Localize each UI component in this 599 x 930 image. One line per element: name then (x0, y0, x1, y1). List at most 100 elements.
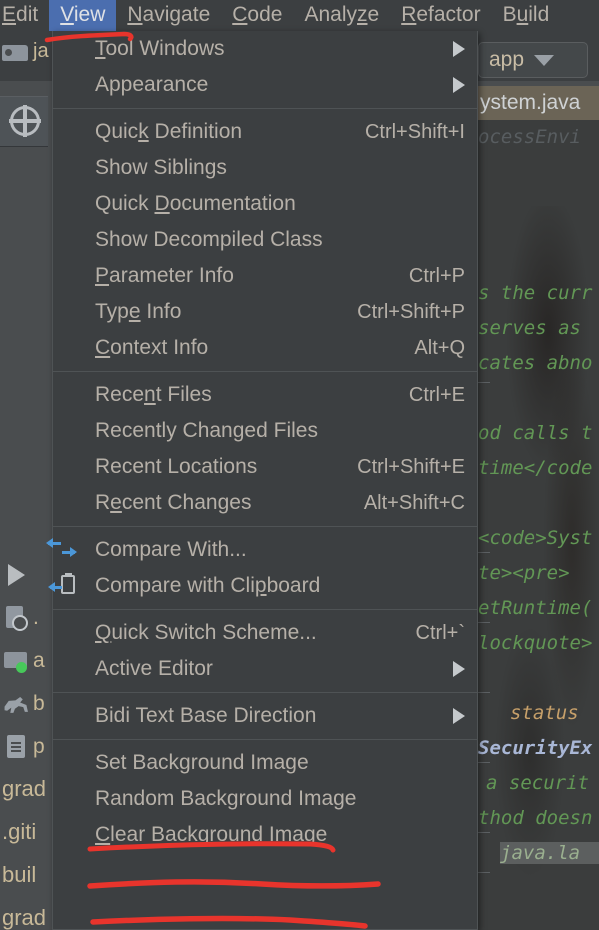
menu-item-label: Set Background Image (95, 751, 309, 774)
menu-item-shortcut: Ctrl+Shift+P (357, 300, 465, 323)
code-line: etRuntime( (478, 597, 593, 619)
menu-item-label: Appearance (95, 73, 209, 96)
menu-item-appearance[interactable]: Appearance (53, 67, 477, 103)
code-editor[interactable]: ystem.java ocessEnvi s the curr serves a… (478, 86, 599, 930)
gutter-marker (478, 552, 490, 553)
menubar-item-view[interactable]: View (49, 0, 117, 31)
tree-row[interactable]: b (0, 682, 52, 725)
menubar-item-analyze[interactable]: Analyze (293, 0, 390, 31)
menu-item-show-decompiled-class[interactable]: Show Decompiled Class (53, 222, 477, 258)
menu-bar[interactable]: Edit View Navigate Code Analyze Refactor… (0, 0, 599, 31)
menu-item-label: Recent Changes (95, 491, 252, 514)
gutter-marker (478, 692, 490, 693)
menu-item-shortcut: Ctrl+E (408, 383, 465, 406)
code-line: s the curr (478, 282, 593, 304)
submenu-arrow-icon (453, 77, 465, 93)
menu-item-clear-background-image[interactable]: Clear Background Image (53, 817, 477, 853)
menu-item-label: Quick Switch Scheme... (95, 621, 317, 644)
menu-separator (53, 108, 477, 109)
ide-screenshot: ystem.java ocessEnvi s the curr serves a… (0, 0, 599, 930)
tree-row-label: . (33, 605, 39, 629)
project-chip[interactable]: ja (2, 40, 49, 63)
submenu-arrow-icon (453, 661, 465, 677)
expand-triangle-icon[interactable] (8, 563, 25, 586)
submenu-arrow-icon (453, 41, 465, 57)
menu-item-tool-windows[interactable]: Tool Windows (53, 31, 477, 67)
gutter-marker (478, 762, 490, 763)
menubar-item-build[interactable]: Build (492, 0, 561, 31)
tree-row[interactable]: p (0, 725, 52, 768)
menu-item-quick-documentation[interactable]: Quick Documentation (53, 186, 477, 222)
menu-item-show-siblings[interactable]: Show Siblings (53, 150, 477, 186)
gutter-marker (478, 382, 490, 383)
code-line: cates abno (478, 352, 593, 374)
gutter-marker (478, 622, 490, 623)
compare-arrows-icon (46, 538, 87, 561)
tree-row[interactable]: grad (2, 924, 54, 930)
menu-item-label: Recently Changed Files (95, 419, 318, 442)
code-line: od calls t (478, 422, 593, 444)
menu-item-active-editor[interactable]: Active Editor (53, 651, 477, 687)
menubar-item-navigate[interactable]: Navigate (116, 0, 221, 31)
menu-separator (53, 739, 477, 740)
menu-item-quick-switch-scheme[interactable]: Quick Switch Scheme... Ctrl+` (53, 615, 477, 651)
menu-item-label: Compare with Clipboard (95, 574, 321, 597)
menubar-item-refactor[interactable]: Refactor (390, 0, 491, 31)
tree-row[interactable]: buil (2, 854, 54, 895)
code-line: te><pre> (478, 562, 570, 584)
menu-item-label: Active Editor (95, 657, 213, 680)
menu-item-label: Compare With... (95, 538, 247, 561)
tree-row[interactable] (0, 553, 52, 596)
tree-row[interactable]: .giti (2, 811, 54, 852)
menu-item-label: Clear Background Image (95, 823, 328, 846)
menu-item-recent-files[interactable]: Recent Files Ctrl+E (53, 377, 477, 413)
view-dropdown-menu[interactable]: Tool Windows Appearance Quick Definition Ct… (46, 31, 478, 930)
code-line: java.la (500, 842, 599, 864)
menu-item-label: Recent Locations (95, 455, 258, 478)
code-line: <code>Syst (478, 527, 593, 549)
code-line: thod doesn (478, 807, 593, 829)
menu-item-label: Bidi Text Base Direction (95, 704, 317, 727)
tree-row[interactable]: . (0, 596, 52, 639)
document-icon (3, 734, 29, 760)
excluded-file-icon (3, 605, 29, 631)
menu-separator (53, 526, 477, 527)
menu-item-compare-with[interactable]: Compare With... (46, 532, 477, 568)
menu-item-label: Parameter Info (95, 264, 234, 287)
chevron-down-icon (534, 54, 555, 66)
run-configuration-label: app (489, 48, 525, 71)
tree-row[interactable]: grad (2, 768, 54, 809)
menu-item-recently-changed-files[interactable]: Recently Changed Files (53, 413, 477, 449)
menu-item-compare-with-clipboard[interactable]: Compare with Clipboard (48, 568, 477, 604)
tree-row[interactable]: a (0, 639, 52, 682)
menu-item-quick-definition[interactable]: Quick Definition Ctrl+Shift+I (53, 114, 477, 150)
editor-background-image (478, 206, 599, 906)
code-line: time</code (478, 457, 593, 479)
menu-item-bidi-text-base-direction[interactable]: Bidi Text Base Direction (53, 698, 477, 734)
menu-item-label: Type Info (95, 300, 182, 323)
run-configuration-selector[interactable]: app (478, 42, 588, 78)
menu-item-label: Context Info (95, 336, 209, 359)
menu-item-type-info[interactable]: Type Info Ctrl+Shift+P (53, 294, 477, 330)
gutter-marker (478, 872, 490, 873)
menu-item-set-background-image[interactable]: Set Background Image (53, 745, 477, 781)
menubar-item-code[interactable]: Code (221, 0, 293, 31)
menu-item-label: Recent Files (95, 383, 212, 406)
menu-item-parameter-info[interactable]: Parameter Info Ctrl+P (53, 258, 477, 294)
menu-item-recent-changes[interactable]: Recent Changes Alt+Shift+C (53, 485, 477, 521)
code-line: a securit (486, 772, 589, 794)
menu-item-shortcut: Ctrl+` (415, 621, 465, 644)
menu-item-context-info[interactable]: Context Info Alt+Q (53, 330, 477, 366)
menu-item-label: Random Background Image (95, 787, 357, 810)
tool-window-button[interactable] (0, 96, 48, 147)
gutter-marker (478, 832, 490, 833)
menu-item-label: Quick Definition (95, 120, 243, 143)
menubar-item-edit[interactable]: Edit (0, 0, 49, 31)
menu-item-shortcut: Alt+Q (414, 336, 465, 359)
tree-row-label: a (33, 648, 45, 672)
editor-tab-system-java[interactable]: ystem.java (478, 86, 599, 120)
folder-green-dot-icon (3, 648, 29, 674)
code-line: lockquote> (478, 632, 593, 654)
menu-item-recent-locations[interactable]: Recent Locations Ctrl+Shift+E (53, 449, 477, 485)
menu-item-random-background-image[interactable]: Random Background Image (53, 781, 477, 817)
